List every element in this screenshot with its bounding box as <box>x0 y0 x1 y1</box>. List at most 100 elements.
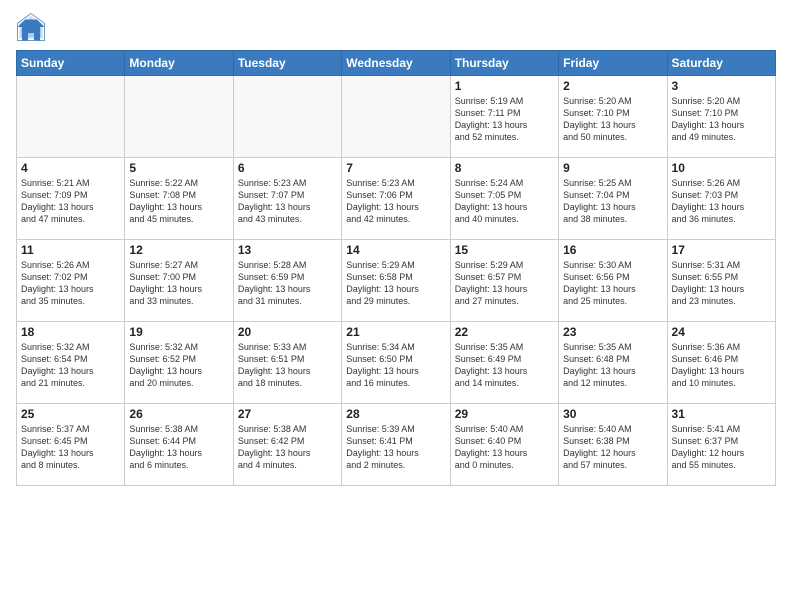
day-number: 17 <box>672 243 771 257</box>
calendar-cell: 5 Sunrise: 5:22 AM Sunset: 7:08 PM Daylig… <box>125 158 233 240</box>
day-number: 16 <box>563 243 662 257</box>
weekday-header-monday: Monday <box>125 51 233 76</box>
calendar-cell: 25 Sunrise: 5:37 AM Sunset: 6:45 PM Dayli… <box>17 404 125 486</box>
week-row-5: 25 Sunrise: 5:37 AM Sunset: 6:45 PM Dayli… <box>17 404 776 486</box>
calendar-cell <box>342 76 450 158</box>
day-number: 15 <box>455 243 554 257</box>
day-number: 31 <box>672 407 771 421</box>
day-info: Sunrise: 5:23 AM Sunset: 7:07 PM Dayligh… <box>238 177 337 226</box>
day-info: Sunrise: 5:41 AM Sunset: 6:37 PM Dayligh… <box>672 423 771 472</box>
day-info: Sunrise: 5:22 AM Sunset: 7:08 PM Dayligh… <box>129 177 228 226</box>
day-info: Sunrise: 5:37 AM Sunset: 6:45 PM Dayligh… <box>21 423 120 472</box>
calendar-cell: 7Sunrise: 5:23 AM Sunset: 7:06 PM Daylig… <box>342 158 450 240</box>
calendar-cell: 9Sunrise: 5:25 AM Sunset: 7:04 PM Daylig… <box>559 158 667 240</box>
calendar-cell: 1 Sunrise: 5:19 AM Sunset: 7:11 PM Daylig… <box>450 76 558 158</box>
calendar-cell: 19Sunrise: 5:32 AM Sunset: 6:52 PM Dayli… <box>125 322 233 404</box>
logo <box>16 12 50 42</box>
day-number: 14 <box>346 243 445 257</box>
calendar-cell: 21 Sunrise: 5:34 AM Sunset: 6:50 PM Dayli… <box>342 322 450 404</box>
day-number: 8 <box>455 161 554 175</box>
day-number: 20 <box>238 325 337 339</box>
day-info: Sunrise: 5:20 AM Sunset: 7:10 PM Dayligh… <box>563 95 662 144</box>
day-info: Sunrise: 5:24 AM Sunset: 7:05 PM Dayligh… <box>455 177 554 226</box>
calendar-cell: 14 Sunrise: 5:29 AM Sunset: 6:58 PM Dayli… <box>342 240 450 322</box>
day-number: 1 <box>455 79 554 93</box>
calendar-cell: 13 Sunrise: 5:28 AM Sunset: 6:59 PM Dayli… <box>233 240 341 322</box>
calendar-cell <box>233 76 341 158</box>
day-number: 21 <box>346 325 445 339</box>
weekday-header-tuesday: Tuesday <box>233 51 341 76</box>
day-info: Sunrise: 5:19 AM Sunset: 7:11 PM Dayligh… <box>455 95 554 144</box>
calendar-cell: 17 Sunrise: 5:31 AM Sunset: 6:55 PM Dayli… <box>667 240 775 322</box>
week-row-1: 1 Sunrise: 5:19 AM Sunset: 7:11 PM Daylig… <box>17 76 776 158</box>
day-info: Sunrise: 5:33 AM Sunset: 6:51 PM Dayligh… <box>238 341 337 390</box>
day-info: Sunrise: 5:31 AM Sunset: 6:55 PM Dayligh… <box>672 259 771 308</box>
week-row-2: 4 Sunrise: 5:21 AM Sunset: 7:09 PM Daylig… <box>17 158 776 240</box>
week-row-4: 18 Sunrise: 5:32 AM Sunset: 6:54 PM Dayli… <box>17 322 776 404</box>
weekday-header-saturday: Saturday <box>667 51 775 76</box>
weekday-header-row: SundayMondayTuesdayWednesdayThursdayFrid… <box>17 51 776 76</box>
day-number: 6 <box>238 161 337 175</box>
day-number: 30 <box>563 407 662 421</box>
day-number: 29 <box>455 407 554 421</box>
day-number: 13 <box>238 243 337 257</box>
day-number: 10 <box>672 161 771 175</box>
day-number: 2 <box>563 79 662 93</box>
day-info: Sunrise: 5:29 AM Sunset: 6:57 PM Dayligh… <box>455 259 554 308</box>
calendar-cell <box>17 76 125 158</box>
day-number: 25 <box>21 407 120 421</box>
calendar-cell <box>125 76 233 158</box>
calendar-cell: 4 Sunrise: 5:21 AM Sunset: 7:09 PM Daylig… <box>17 158 125 240</box>
weekday-header-thursday: Thursday <box>450 51 558 76</box>
day-info: Sunrise: 5:20 AM Sunset: 7:10 PM Dayligh… <box>672 95 771 144</box>
calendar-cell: 12Sunrise: 5:27 AM Sunset: 7:00 PM Dayli… <box>125 240 233 322</box>
weekday-header-sunday: Sunday <box>17 51 125 76</box>
calendar-cell: 23Sunrise: 5:35 AM Sunset: 6:48 PM Dayli… <box>559 322 667 404</box>
day-number: 26 <box>129 407 228 421</box>
calendar-cell: 31 Sunrise: 5:41 AM Sunset: 6:37 PM Dayli… <box>667 404 775 486</box>
calendar-cell: 22 Sunrise: 5:35 AM Sunset: 6:49 PM Dayli… <box>450 322 558 404</box>
calendar-cell: 6 Sunrise: 5:23 AM Sunset: 7:07 PM Daylig… <box>233 158 341 240</box>
calendar-cell: 15 Sunrise: 5:29 AM Sunset: 6:57 PM Dayli… <box>450 240 558 322</box>
day-info: Sunrise: 5:25 AM Sunset: 7:04 PM Dayligh… <box>563 177 662 226</box>
calendar-cell: 30 Sunrise: 5:40 AM Sunset: 6:38 PM Dayli… <box>559 404 667 486</box>
calendar-cell: 24 Sunrise: 5:36 AM Sunset: 6:46 PM Dayli… <box>667 322 775 404</box>
calendar-cell: 28Sunrise: 5:39 AM Sunset: 6:41 PM Dayli… <box>342 404 450 486</box>
day-number: 27 <box>238 407 337 421</box>
week-row-3: 11 Sunrise: 5:26 AM Sunset: 7:02 PM Dayli… <box>17 240 776 322</box>
page: SundayMondayTuesdayWednesdayThursdayFrid… <box>0 0 792 612</box>
day-number: 3 <box>672 79 771 93</box>
day-number: 22 <box>455 325 554 339</box>
day-info: Sunrise: 5:32 AM Sunset: 6:54 PM Dayligh… <box>21 341 120 390</box>
day-info: Sunrise: 5:40 AM Sunset: 6:38 PM Dayligh… <box>563 423 662 472</box>
weekday-header-friday: Friday <box>559 51 667 76</box>
day-number: 19 <box>129 325 228 339</box>
day-info: Sunrise: 5:30 AM Sunset: 6:56 PM Dayligh… <box>563 259 662 308</box>
day-number: 11 <box>21 243 120 257</box>
day-info: Sunrise: 5:29 AM Sunset: 6:58 PM Dayligh… <box>346 259 445 308</box>
weekday-header-wednesday: Wednesday <box>342 51 450 76</box>
day-info: Sunrise: 5:26 AM Sunset: 7:03 PM Dayligh… <box>672 177 771 226</box>
day-info: Sunrise: 5:34 AM Sunset: 6:50 PM Dayligh… <box>346 341 445 390</box>
day-number: 7 <box>346 161 445 175</box>
day-info: Sunrise: 5:26 AM Sunset: 7:02 PM Dayligh… <box>21 259 120 308</box>
day-info: Sunrise: 5:35 AM Sunset: 6:48 PM Dayligh… <box>563 341 662 390</box>
day-number: 4 <box>21 161 120 175</box>
day-number: 28 <box>346 407 445 421</box>
calendar-cell: 2 Sunrise: 5:20 AM Sunset: 7:10 PM Daylig… <box>559 76 667 158</box>
calendar-cell: 8 Sunrise: 5:24 AM Sunset: 7:05 PM Daylig… <box>450 158 558 240</box>
day-info: Sunrise: 5:36 AM Sunset: 6:46 PM Dayligh… <box>672 341 771 390</box>
day-info: Sunrise: 5:28 AM Sunset: 6:59 PM Dayligh… <box>238 259 337 308</box>
calendar-cell: 29Sunrise: 5:40 AM Sunset: 6:40 PM Dayli… <box>450 404 558 486</box>
header <box>16 12 776 42</box>
day-number: 5 <box>129 161 228 175</box>
day-number: 18 <box>21 325 120 339</box>
day-number: 24 <box>672 325 771 339</box>
calendar-cell: 20 Sunrise: 5:33 AM Sunset: 6:51 PM Dayli… <box>233 322 341 404</box>
calendar-cell: 26 Sunrise: 5:38 AM Sunset: 6:44 PM Dayli… <box>125 404 233 486</box>
calendar: SundayMondayTuesdayWednesdayThursdayFrid… <box>16 50 776 486</box>
day-info: Sunrise: 5:21 AM Sunset: 7:09 PM Dayligh… <box>21 177 120 226</box>
day-info: Sunrise: 5:38 AM Sunset: 6:42 PM Dayligh… <box>238 423 337 472</box>
day-info: Sunrise: 5:35 AM Sunset: 6:49 PM Dayligh… <box>455 341 554 390</box>
day-info: Sunrise: 5:38 AM Sunset: 6:44 PM Dayligh… <box>129 423 228 472</box>
